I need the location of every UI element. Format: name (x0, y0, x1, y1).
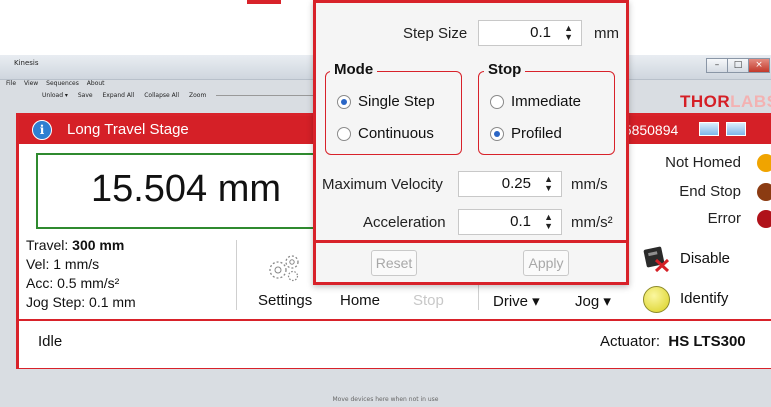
menu-view[interactable]: View (24, 80, 38, 87)
menu-file[interactable]: File (6, 80, 16, 87)
popup-separator (313, 240, 629, 243)
stop-profiled-radio[interactable] (490, 127, 504, 141)
identify-button[interactable]: Identify (680, 290, 728, 307)
mode-single-step-label[interactable]: Single Step (358, 93, 435, 110)
window-title: Kinesis (14, 59, 39, 67)
stop-title: Stop (484, 61, 526, 78)
step-size-label: Step Size (403, 25, 468, 42)
unused-devices-hint: Move devices here when not in use (332, 396, 439, 403)
disable-motor-icon[interactable] (642, 244, 670, 272)
acceleration-info: Acc: 0.5 mm/s² (26, 275, 120, 291)
device-title: Long Travel Stage (67, 121, 189, 138)
max-velocity-unit: mm/s (571, 176, 608, 193)
thorlabs-logo: THORLABS (680, 92, 771, 111)
not-homed-label: Not Homed (665, 154, 741, 171)
not-homed-led (757, 154, 771, 172)
mode-group (325, 71, 462, 155)
info-icon[interactable]: i (32, 120, 52, 140)
home-button[interactable]: Home (340, 292, 380, 309)
end-stop-led (757, 183, 771, 201)
menu-sequences[interactable]: Sequences (46, 80, 79, 87)
stop-profiled-label[interactable]: Profiled (511, 125, 562, 142)
save-button[interactable]: Save (78, 92, 93, 99)
mode-single-step-radio[interactable] (337, 95, 351, 109)
reset-button[interactable]: Reset (371, 250, 417, 276)
mode-continuous-radio[interactable] (337, 127, 351, 141)
actuator-info: Actuator: HS LTS300 (600, 333, 746, 350)
device-status: Idle (38, 333, 63, 350)
zoom-label: Zoom (189, 92, 207, 99)
settings-gear-icon[interactable] (266, 250, 302, 284)
jog-dropdown[interactable]: Jog ▾ (575, 292, 611, 310)
stop-immediate-label[interactable]: Immediate (511, 93, 581, 110)
menu-bar: File View Sequences About (0, 80, 320, 92)
acceleration-label: Acceleration (363, 214, 446, 231)
menu-about[interactable]: About (87, 80, 105, 87)
settings-button[interactable]: Settings (258, 292, 312, 309)
toolbar: Unload ▾ Save Expand All Collapse All Zo… (0, 92, 320, 106)
jog-step-info: Jog Step: 0.1 mm (26, 294, 136, 310)
minimize-panel-icon[interactable] (699, 122, 719, 136)
stop-group (478, 71, 615, 155)
error-led (757, 210, 771, 228)
identify-light-icon[interactable] (643, 286, 670, 313)
unload-button[interactable]: Unload ▾ (42, 92, 68, 99)
zoom-slider[interactable] (216, 95, 317, 96)
apply-button[interactable]: Apply (523, 250, 569, 276)
spinner-arrows-icon[interactable]: ▲ ▼ (544, 213, 553, 231)
spinner-arrows-icon[interactable]: ▲ ▼ (544, 175, 553, 193)
position-value: 15.504 mm (90, 168, 282, 210)
error-label: Error (707, 210, 741, 227)
close-button[interactable]: × (748, 58, 770, 73)
tab-indicator (247, 0, 281, 4)
divider (236, 240, 237, 310)
minimize-button[interactable]: – (706, 58, 728, 73)
spinner-arrows-icon[interactable]: ▲ ▼ (564, 24, 573, 42)
stop-immediate-radio[interactable] (490, 95, 504, 109)
drive-dropdown[interactable]: Drive ▾ (493, 292, 540, 310)
collapse-all-button[interactable]: Collapse All (144, 92, 179, 99)
maximize-button[interactable]: □ (727, 58, 749, 73)
step-size-input[interactable]: 0.1 ▲ ▼ (478, 20, 582, 46)
velocity-info: Vel: 1 mm/s (26, 256, 100, 272)
acceleration-unit: mm/s² (571, 214, 613, 231)
disable-button[interactable]: Disable (680, 250, 730, 267)
end-stop-label: End Stop (679, 183, 741, 200)
expand-all-button[interactable]: Expand All (103, 92, 135, 99)
acceleration-input[interactable]: 0.1 ▲ ▼ (458, 209, 562, 235)
mode-title: Mode (330, 61, 378, 78)
stop-button[interactable]: Stop (413, 292, 444, 309)
max-velocity-label: Maximum Velocity (322, 176, 443, 193)
max-velocity-input[interactable]: 0.25 ▲ ▼ (458, 171, 562, 197)
restore-panel-icon[interactable] (726, 122, 746, 136)
mode-continuous-label[interactable]: Continuous (358, 125, 434, 142)
travel-info: Travel: 300 mm (26, 237, 125, 253)
step-size-unit: mm (594, 25, 619, 42)
